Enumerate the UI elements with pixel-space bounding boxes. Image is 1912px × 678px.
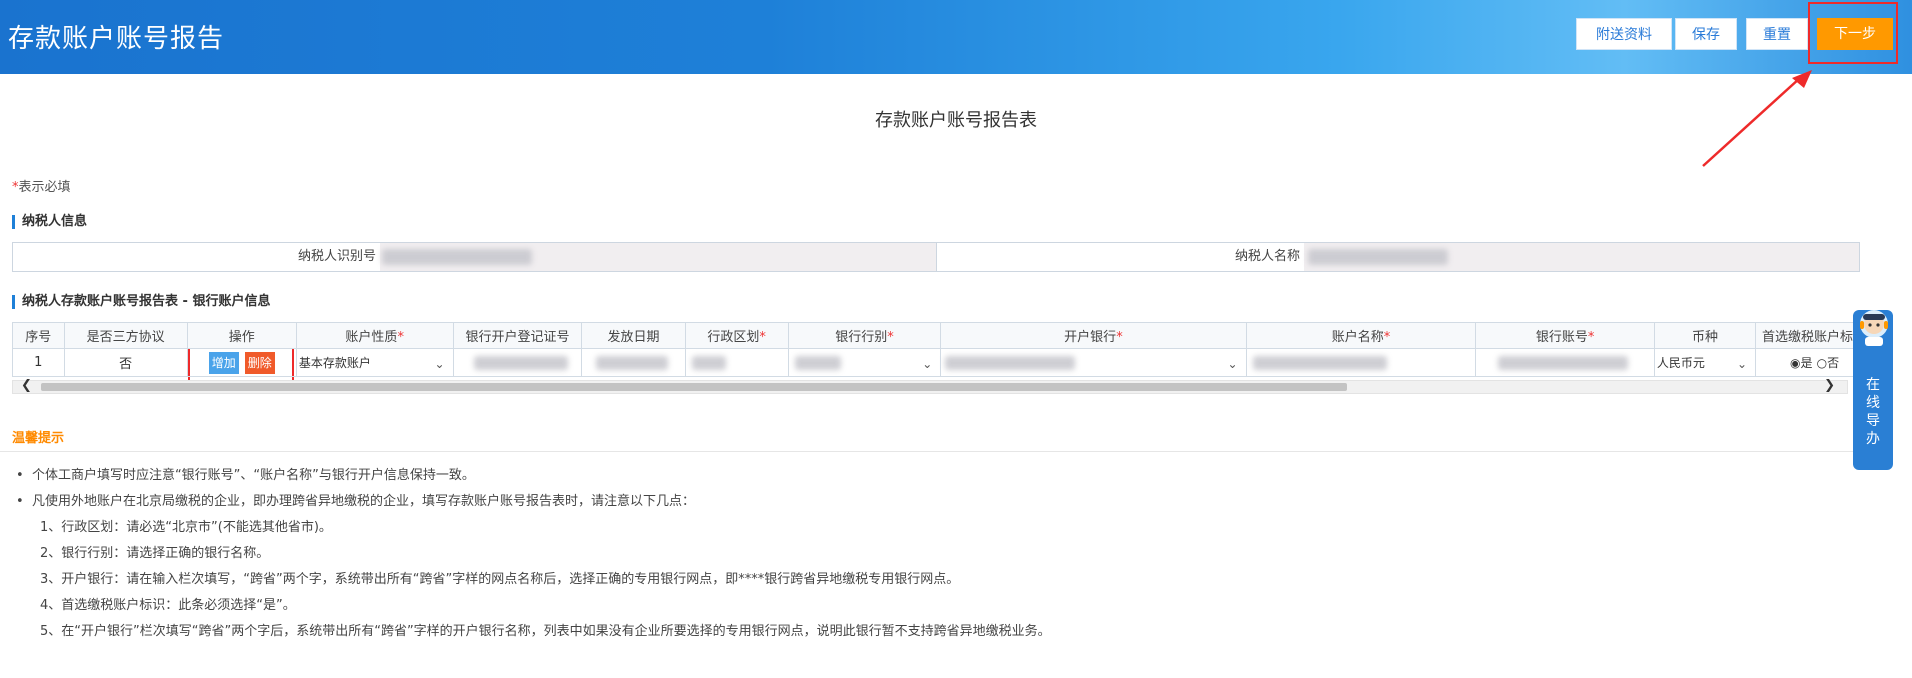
col-header-region: 行政区划* xyxy=(684,322,789,349)
cell-bank-category: ⌄ xyxy=(787,348,942,377)
cell-bank-license[interactable] xyxy=(452,348,583,377)
tips-divider xyxy=(0,451,1860,452)
chevron-down-icon: ⌄ xyxy=(1736,357,1748,371)
tip-item-4: 4、首选缴税账户标识：此条必须选择“是”。 xyxy=(40,598,296,613)
annotation-box-next xyxy=(1808,2,1898,64)
col-header-opening-bank: 开户银行* xyxy=(940,322,1247,349)
assistant-avatar-icon xyxy=(1860,310,1888,346)
bank-category-select[interactable]: ⌄ xyxy=(791,352,937,374)
chevron-down-icon: ⌄ xyxy=(1227,357,1238,371)
col-header-tripartite: 是否三方协议 xyxy=(63,322,188,349)
cell-issue-date[interactable] xyxy=(581,348,686,377)
preferred-yes-radio[interactable]: ◉ xyxy=(1790,356,1800,370)
preferred-no-radio[interactable]: ○ xyxy=(1817,356,1827,370)
add-row-button[interactable]: 增加 xyxy=(208,351,239,374)
col-header-bank-license: 银行开户登记证号 xyxy=(452,322,583,349)
tip-item-2: 2、银行行别：请选择正确的银行名称。 xyxy=(40,546,270,561)
taxpayer-section-heading: 纳税人信息 xyxy=(12,215,87,229)
col-header-currency: 币种 xyxy=(1653,322,1757,349)
account-type-select[interactable]: 基本存款账户 ⌄ xyxy=(299,352,449,374)
cell-currency: 人民币元 ⌄ xyxy=(1653,348,1757,377)
currency-select[interactable]: 人民币元 ⌄ xyxy=(1657,352,1751,374)
preferred-no-label: 否 xyxy=(1827,356,1840,370)
col-header-bank-category: 银行行别* xyxy=(787,322,942,349)
scroll-right-icon[interactable]: ❯ xyxy=(1824,378,1835,393)
cell-actions: 增加 删除 xyxy=(186,348,297,377)
attach-materials-button[interactable]: 附送资料 xyxy=(1576,18,1672,50)
scrollbar-thumb[interactable] xyxy=(41,383,1347,391)
taxpayer-name-label: 纳税人名称 xyxy=(936,243,1304,271)
opening-bank-select[interactable]: ⌄ xyxy=(943,352,1241,374)
col-header-account-type: 账户性质* xyxy=(295,322,454,349)
col-header-index: 序号 xyxy=(12,322,65,349)
preferred-yes-label: 是 xyxy=(1800,356,1813,370)
cell-index: 1 xyxy=(12,348,65,377)
form-title: 存款账户账号报告表 xyxy=(875,110,1037,131)
col-header-account-name: 账户名称* xyxy=(1245,322,1477,349)
col-header-preferred: 首选缴税账户标 xyxy=(1755,322,1860,349)
cell-opening-bank: ⌄ xyxy=(940,348,1247,377)
table-horizontal-scrollbar[interactable]: ❮ ❯ xyxy=(12,378,1848,394)
delete-row-button[interactable]: 删除 xyxy=(244,351,275,374)
account-section-heading: 纳税人存款账户账号报告表 - 银行账户信息 xyxy=(12,295,270,309)
tip-item-1: 1、行政区划：请必选“北京市”(不能选其他省市)。 xyxy=(40,520,332,535)
cell-region[interactable] xyxy=(684,348,789,377)
scroll-left-icon[interactable]: ❮ xyxy=(21,378,32,393)
reset-button[interactable]: 重置 xyxy=(1746,18,1808,50)
page-title: 存款账户账号报告 xyxy=(8,24,225,54)
tip-item-5: 5、在“开户银行”栏次填写“跨省”两个字后，系统带出所有“跨省”字样的开户银行名… xyxy=(40,624,1051,639)
chevron-down-icon: ⌄ xyxy=(434,357,445,371)
tip-bullet-1: • 个体工商户填写时应注意“银行账号”、“账户名称”与银行开户信息保持一致。 xyxy=(16,468,475,483)
cell-tripartite: 否 xyxy=(63,348,188,377)
cell-account-number[interactable] xyxy=(1475,348,1655,377)
tips-heading: 温馨提示 xyxy=(12,431,65,446)
col-header-actions: 操作 xyxy=(186,322,297,349)
account-table-wrapper: 序号 是否三方协议 操作 账户性质* 银行开户登记证号 发放日期 行政区划* 银… xyxy=(12,322,1860,378)
table-header-row: 序号 是否三方协议 操作 账户性质* 银行开户登记证号 发放日期 行政区划* 银… xyxy=(12,322,1860,349)
account-table: 序号 是否三方协议 操作 账户性质* 银行开户登记证号 发放日期 行政区划* 银… xyxy=(12,322,1860,377)
col-header-account-number: 银行账号* xyxy=(1475,322,1655,349)
required-note: *表示必填 xyxy=(12,176,71,195)
required-note-text: 表示必填 xyxy=(18,180,71,195)
chevron-down-icon: ⌄ xyxy=(922,357,933,371)
taxpayer-id-value xyxy=(380,243,936,271)
table-row: 1 否 增加 删除 基本存款账户 ⌄ ⌄ ⌄ 人民币元 ⌄ ◉是 ○否 xyxy=(12,348,1860,377)
online-help-label: 在线导办 xyxy=(1866,377,1880,447)
cell-preferred: ◉是 ○否 xyxy=(1755,348,1860,377)
tip-item-3: 3、开户银行：请在输入栏次填写，“跨省”两个字，系统带出所有“跨省”字样的网点名… xyxy=(40,572,960,587)
cell-account-type: 基本存款账户 ⌄ xyxy=(295,348,454,377)
page-header: 存款账户账号报告 附送资料 保存 重置 下一步 xyxy=(0,0,1912,74)
tip-bullet-2: • 凡使用外地账户在北京局缴税的企业，即办理跨省异地缴税的企业，填写存款账户账号… xyxy=(16,494,695,509)
cell-account-name[interactable] xyxy=(1245,348,1477,377)
taxpayer-id-label: 纳税人识别号 xyxy=(13,243,380,271)
online-help-widget[interactable]: 在线导办 xyxy=(1853,310,1893,470)
col-header-issue-date: 发放日期 xyxy=(581,322,686,349)
taxpayer-info-row: 纳税人识别号 纳税人名称 xyxy=(12,242,1860,272)
taxpayer-name-value xyxy=(1304,243,1859,271)
save-button[interactable]: 保存 xyxy=(1675,18,1737,50)
